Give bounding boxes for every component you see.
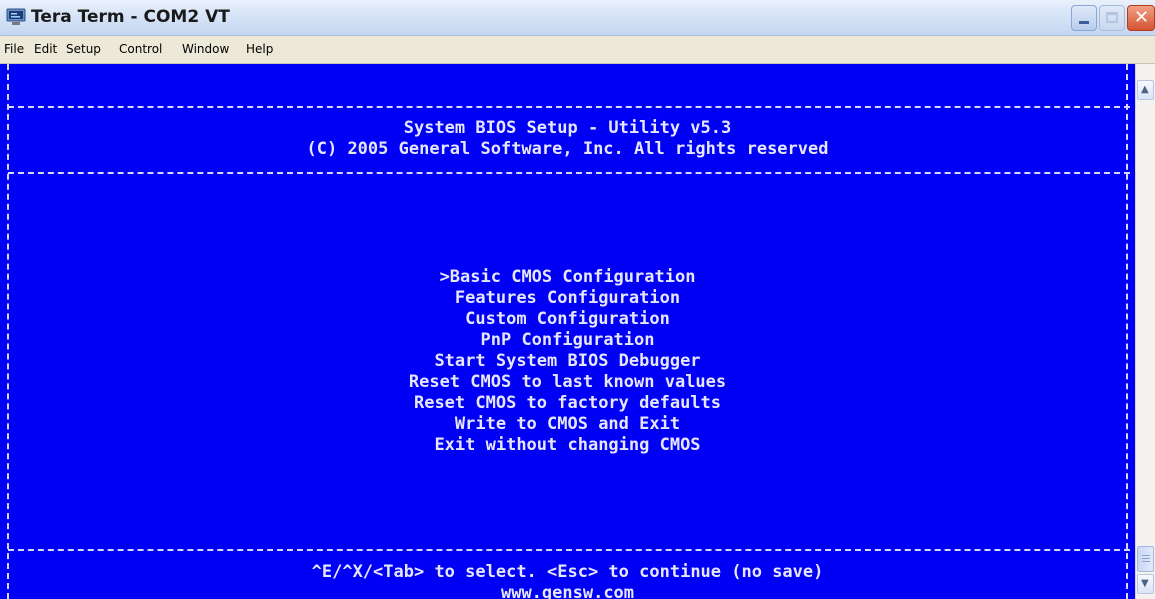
bios-menu-item-custom[interactable]: Custom Configuration: [0, 309, 1135, 330]
vertical-scrollbar[interactable]: ▲ ▼: [1135, 64, 1155, 599]
scroll-down-button[interactable]: ▼: [1137, 574, 1154, 594]
bios-copyright: (C) 2005 General Software, Inc. All righ…: [306, 139, 829, 159]
bios-menu-item-reset-last[interactable]: Reset CMOS to last known values: [0, 372, 1135, 393]
menu-file[interactable]: File: [4, 42, 24, 56]
frame-top-border: [8, 106, 1130, 108]
bios-menu-item-features[interactable]: Features Configuration: [0, 288, 1135, 309]
close-button[interactable]: ✕: [1127, 5, 1155, 31]
title-bar[interactable]: Tera Term - COM2 VT ✕: [0, 0, 1155, 36]
grip-line: [1142, 561, 1150, 562]
menu-help[interactable]: Help: [246, 42, 273, 56]
bios-menu-item-debugger[interactable]: Start System BIOS Debugger: [0, 351, 1135, 372]
maximize-icon: [1106, 12, 1118, 23]
bios-menu-item-write-exit[interactable]: Write to CMOS and Exit: [0, 414, 1135, 435]
frame-header-divider: [8, 172, 1130, 174]
bios-help-line: ^E/^X/<Tab> to select. <Esc> to continue…: [311, 562, 824, 582]
grip-line: [1142, 558, 1150, 559]
minimize-button[interactable]: [1071, 5, 1097, 31]
bios-menu-item-pnp[interactable]: PnP Configuration: [0, 330, 1135, 351]
chevron-down-icon: ▼: [1141, 578, 1149, 589]
chevron-up-icon: ▲: [1141, 84, 1149, 95]
maximize-button[interactable]: [1099, 5, 1125, 31]
close-icon: ✕: [1134, 7, 1150, 28]
menu-window[interactable]: Window: [182, 42, 229, 56]
menu-edit[interactable]: Edit: [34, 42, 57, 56]
menu-setup[interactable]: Setup: [66, 42, 101, 56]
window-title: Tera Term - COM2 VT: [31, 7, 230, 27]
bios-title: System BIOS Setup - Utility v5.3: [403, 118, 732, 138]
terminal-monitor-icon: [6, 8, 26, 25]
minimize-icon: [1079, 21, 1089, 24]
bios-menu-item-reset-factory[interactable]: Reset CMOS to factory defaults: [0, 393, 1135, 414]
bios-menu-item-basic-cmos[interactable]: >Basic CMOS Configuration: [0, 267, 1135, 288]
bios-menu-item-exit-no-change[interactable]: Exit without changing CMOS: [0, 435, 1135, 456]
bios-website: www.gensw.com: [500, 583, 635, 599]
terminal-screen[interactable]: System BIOS Setup - Utility v5.3 (C) 200…: [0, 64, 1135, 599]
menu-control[interactable]: Control: [119, 42, 162, 56]
grip-line: [1142, 555, 1150, 556]
scroll-up-button[interactable]: ▲: [1137, 80, 1154, 100]
menu-bar: File Edit Setup Control Window Help: [0, 36, 1155, 64]
scroll-thumb[interactable]: [1137, 546, 1154, 572]
frame-footer-divider: [8, 549, 1130, 551]
